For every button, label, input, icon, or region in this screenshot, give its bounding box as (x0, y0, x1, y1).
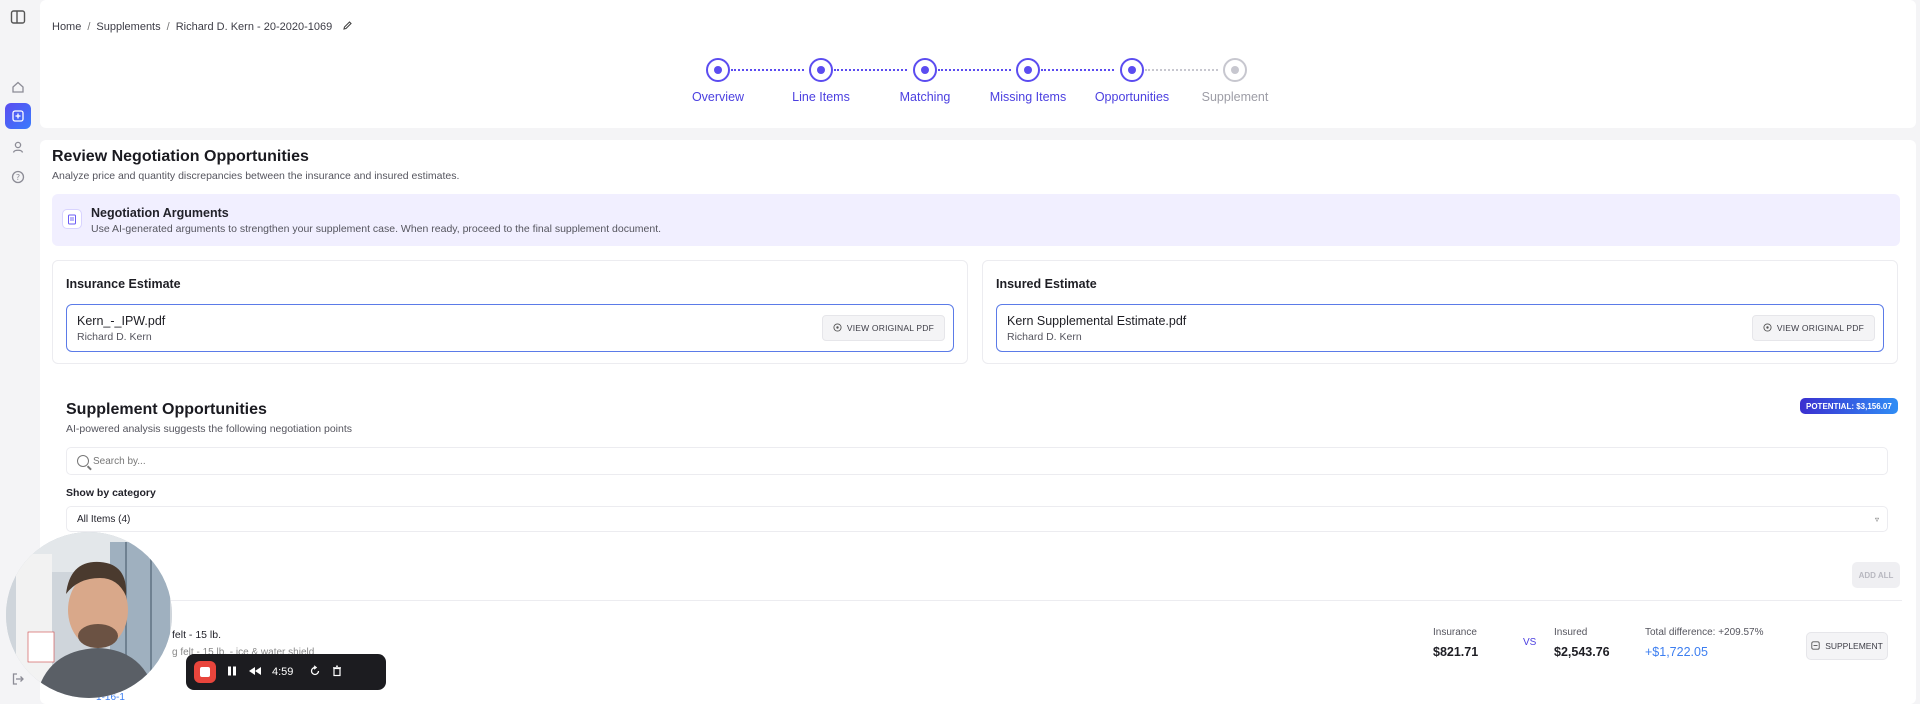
view-original-pdf-button[interactable]: VIEW ORIGINAL PDF (821, 315, 945, 341)
step-indicator (913, 58, 937, 82)
insured-file-name: Kern Supplemental Estimate.pdf (1007, 314, 1187, 328)
step-indicator (809, 58, 833, 82)
search-icon (77, 455, 89, 467)
restart-icon[interactable] (309, 664, 321, 680)
breadcrumb: Home / Supplements / Richard D. Kern - 2… (52, 20, 353, 34)
step-label: Missing Items (989, 90, 1067, 104)
recording-timer: 4:59 (272, 666, 294, 678)
search-input[interactable] (93, 452, 493, 470)
view-original-pdf-label: VIEW ORIGINAL PDF (846, 323, 934, 333)
total-difference-label: Total difference: +209.57% (1645, 627, 1764, 638)
insurance-amount: $821.71 (1433, 645, 1479, 659)
step-label: Overview (691, 90, 745, 104)
potential-badge: POTENTIAL: $3,156.07 (1800, 398, 1898, 414)
supplement-button[interactable]: SUPPLEMENT (1806, 632, 1888, 660)
insurance-file-owner: Richard D. Kern (77, 331, 152, 343)
page-subtitle: Analyze price and quantity discrepancies… (52, 170, 460, 182)
item-description: felt - 15 lb. (172, 629, 222, 641)
step-indicator (1223, 58, 1247, 82)
user-icon[interactable] (9, 138, 27, 156)
page-title: Review Negotiation Opportunities (52, 148, 309, 165)
view-original-pdf-label: VIEW ORIGINAL PDF (1776, 323, 1864, 333)
insurance-amount-label: Insurance (1433, 627, 1477, 638)
webcam-bubble[interactable] (6, 532, 172, 698)
breadcrumb-separator: / (87, 21, 91, 33)
supplement-icon (1811, 640, 1820, 652)
insured-estimate-heading: Insured Estimate (996, 277, 1097, 291)
step-matching[interactable]: Matching (870, 58, 980, 104)
breadcrumb-supplements[interactable]: Supplements (96, 21, 160, 33)
insured-file-owner: Richard D. Kern (1007, 331, 1082, 343)
chevron-down-icon: ▿ (1874, 515, 1879, 524)
search-box (66, 447, 1888, 475)
document-icon (62, 209, 82, 229)
opportunities-subtitle: AI-powered analysis suggests the followi… (66, 423, 353, 435)
banner-text: Use AI-generated arguments to strengthen… (91, 223, 662, 235)
sidebar-toggle-icon[interactable] (9, 8, 27, 26)
step-opportunities[interactable]: Opportunities (1077, 58, 1187, 104)
category-selected-value: All Items (4) (77, 514, 131, 525)
breadcrumb-home[interactable]: Home (52, 21, 81, 33)
step-indicator (1120, 58, 1144, 82)
step-overview[interactable]: Overview (663, 58, 773, 104)
opportunities-title: Supplement Opportunities (66, 401, 267, 418)
insured-amount: $2,543.76 (1554, 645, 1610, 659)
eye-icon (1763, 322, 1772, 334)
banner-title: Negotiation Arguments (91, 206, 229, 220)
eye-icon (833, 322, 842, 334)
insurance-estimate-card: Insurance Estimate Kern_-_IPW.pdf Richar… (52, 260, 968, 364)
insured-file: Kern Supplemental Estimate.pdf Richard D… (996, 304, 1884, 352)
view-original-pdf-button[interactable]: VIEW ORIGINAL PDF (1751, 315, 1875, 341)
rewind-icon[interactable] (248, 665, 262, 680)
total-difference-value: +$1,722.05 (1645, 645, 1708, 659)
insurance-file-name: Kern_-_IPW.pdf (77, 314, 166, 328)
step-label: Opportunities (1094, 90, 1170, 104)
help-icon[interactable]: ? (9, 168, 27, 186)
progress-stepper: Overview Line Items Matching Missing Ite… (0, 58, 1920, 118)
step-label: Line Items (792, 90, 850, 104)
add-all-button[interactable]: ADD ALL (1852, 562, 1900, 588)
breadcrumb-separator: / (166, 21, 170, 33)
category-label: Show by category (66, 487, 156, 499)
vs-label: VS (1523, 637, 1537, 648)
insured-amount-label: Insured (1554, 627, 1588, 638)
negotiation-banner: Negotiation Arguments Use AI-generated a… (52, 194, 1900, 246)
step-supplement[interactable]: Supplement (1180, 58, 1290, 104)
svg-text:?: ? (16, 173, 20, 182)
insurance-estimate-heading: Insurance Estimate (66, 277, 181, 291)
insured-estimate-card: Insured Estimate Kern Supplemental Estim… (982, 260, 1898, 364)
step-line-items[interactable]: Line Items (766, 58, 876, 104)
breadcrumb-current: Richard D. Kern - 20-2020-1069 (175, 21, 333, 33)
pause-icon[interactable] (226, 665, 238, 680)
step-label: Supplement (1201, 90, 1269, 104)
category-select[interactable]: All Items (4) ▿ (66, 506, 1888, 532)
insurance-file: Kern_-_IPW.pdf Richard D. Kern VIEW ORIG… (66, 304, 954, 352)
stop-recording-button[interactable] (194, 661, 216, 683)
edit-pencil-icon[interactable] (342, 20, 353, 34)
logout-icon[interactable] (9, 670, 27, 688)
step-indicator (706, 58, 730, 82)
recording-controls: 4:59 (186, 654, 386, 690)
supplement-button-label: SUPPLEMENT (1825, 641, 1883, 651)
trash-icon[interactable] (331, 665, 343, 680)
step-missing-items[interactable]: Missing Items (973, 58, 1083, 104)
step-label: Matching (899, 90, 951, 104)
step-indicator (1016, 58, 1040, 82)
